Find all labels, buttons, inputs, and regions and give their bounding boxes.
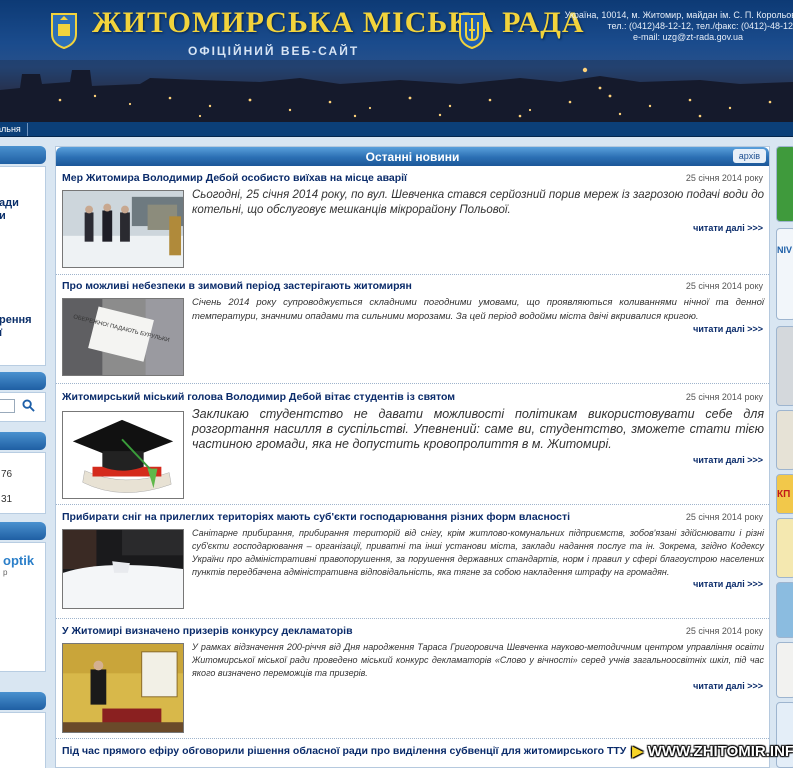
left-menu-item[interactable]: ї [0, 327, 45, 340]
banner-6[interactable] [776, 518, 793, 578]
partner-logo-text[interactable]: optik [0, 553, 45, 568]
watermark-arrow-icon: ▶ [632, 743, 644, 760]
news-section-title: Останні новини [365, 150, 460, 164]
news-headline[interactable]: Прибирати сніг на прилеглих територіях м… [62, 511, 672, 523]
contact-info: Україна, 10014, м. Житомир, майдан ім. С… [565, 10, 793, 43]
news-headline[interactable]: Про можливі небезпеки в зимовий період з… [62, 280, 672, 292]
news-summary: Сьогодні, 25 січня 2014 року, по вул. Ше… [192, 189, 764, 216]
news-panel: Останні новини архів Мер Житомира Володи… [55, 146, 770, 768]
banner-3[interactable] [776, 326, 793, 406]
banner-5[interactable]: КП [776, 474, 793, 514]
news-summary: Санітарне прибирання, прибирання територ… [192, 528, 764, 577]
news-headline[interactable]: Мер Житомира Володимир Дебой особисто ви… [62, 172, 672, 184]
news-date: 25 січня 2014 року [685, 281, 763, 291]
partner-box: optik р [0, 542, 46, 672]
news-date: 25 січня 2014 року [685, 512, 763, 522]
news-section-header: Останні новини архів [56, 147, 769, 166]
left-menu-item[interactable]: рення [0, 314, 45, 327]
news-date: 25 січня 2014 року [685, 173, 763, 183]
left-menu-box: ади и рення ї [0, 166, 46, 366]
news-photo-snowy-yard[interactable] [62, 529, 184, 609]
search-box [0, 392, 46, 422]
contact-phones: тел.: (0412)48-12-12, тел./факс: (0412)-… [607, 21, 793, 31]
left-block-header [0, 146, 46, 164]
banner-4[interactable] [776, 410, 793, 470]
read-more-link[interactable]: читати далі >>> [693, 324, 763, 334]
stats-block-header [0, 432, 46, 450]
search-block-header [0, 372, 46, 390]
news-photo-icicle-warning[interactable]: ОБЕРЕЖНО! ПАДАЮТЬ БУРУЛЬКИ [62, 298, 184, 376]
news-date: 25 січня 2014 року [685, 392, 763, 402]
news-item: Житомирський міський голова Володимир Де… [56, 385, 769, 505]
read-more-link[interactable]: читати далі >>> [693, 455, 763, 465]
read-more-link[interactable]: читати далі >>> [693, 579, 763, 589]
news-photo-winter-accident[interactable] [62, 190, 184, 268]
read-more-link[interactable]: читати далі >>> [693, 681, 763, 691]
watermark-zhitomir-info: ▶ WWW.ZHITOMIR.INFO [632, 742, 793, 760]
contact-address: Україна, 10014, м. Житомир, майдан ім. С… [564, 10, 793, 20]
left-sidebar: ади и рення ї 76 31 optik р [0, 146, 46, 768]
banner-5-text: КП [777, 489, 791, 500]
banner-2-text: NIV [777, 245, 793, 255]
news-item: Мер Житомира Володимир Дебой особисто ви… [56, 168, 769, 275]
archive-link[interactable]: архів [732, 149, 766, 163]
search-icon[interactable] [22, 399, 35, 412]
stats-box: 76 31 [0, 452, 46, 514]
banner-1[interactable] [776, 146, 793, 222]
news-summary: У рамках відзначення 200-річчя від Дня н… [192, 642, 764, 678]
news-headline[interactable]: Житомирський міський голова Володимир Де… [62, 391, 672, 403]
stat-value: 76 [1, 469, 13, 480]
site-title[interactable]: ЖИТОМИРСЬКА МІСЬКА РАДА [92, 6, 585, 40]
news-photo-recitation-contest[interactable] [62, 643, 184, 733]
ukraine-trident-icon [459, 13, 485, 50]
left-bottom-box [0, 712, 46, 768]
read-more-link[interactable]: читати далі >>> [693, 223, 763, 233]
left-menu-item[interactable]: ади [0, 197, 45, 210]
news-item: Прибирати сніг на прилеглих територіях м… [56, 507, 769, 619]
zhytomyr-coat-of-arms-icon [51, 13, 77, 50]
news-summary: Січень 2014 року супроводжується складни… [192, 297, 764, 322]
stat-value: 31 [1, 494, 13, 505]
news-item: У Житомирі визначено призерів конкурсу д… [56, 621, 769, 739]
news-date: 25 січня 2014 року [685, 626, 763, 636]
site-subtitle: ОФІЦІЙНИЙ ВЕБ-САЙТ [188, 44, 360, 58]
partner-block-header [0, 522, 46, 540]
left-menu-item[interactable]: и [0, 210, 45, 223]
site-header: ЖИТОМИРСЬКА МІСЬКА РАДА ОФІЦІЙНИЙ ВЕБ-СА… [0, 0, 793, 122]
banner-8[interactable] [776, 642, 793, 698]
watermark-text: WWW.ZHITOMIR.INFO [647, 743, 793, 760]
right-sidebar: NIV КП [776, 146, 793, 768]
news-summary: Закликаю студентство не давати можливост… [192, 407, 764, 451]
main-nav: альня [0, 122, 793, 137]
news-headline[interactable]: У Житомирі визначено призерів конкурсу д… [62, 625, 672, 637]
news-item: Про можливі небезпеки в зимовий період з… [56, 276, 769, 384]
contact-email[interactable]: e-mail: uzg@zt-rada.gov.ua [565, 32, 793, 43]
left-block-header-bottom [0, 692, 46, 710]
search-input[interactable] [0, 399, 15, 413]
news-photo-graduation-cap[interactable] [62, 411, 184, 499]
partner-subtext: р [3, 568, 8, 577]
banner-7[interactable] [776, 582, 793, 638]
banner-2[interactable]: NIV [776, 228, 793, 320]
nav-item-home[interactable]: альня [0, 123, 28, 136]
city-night-panorama [0, 60, 793, 122]
